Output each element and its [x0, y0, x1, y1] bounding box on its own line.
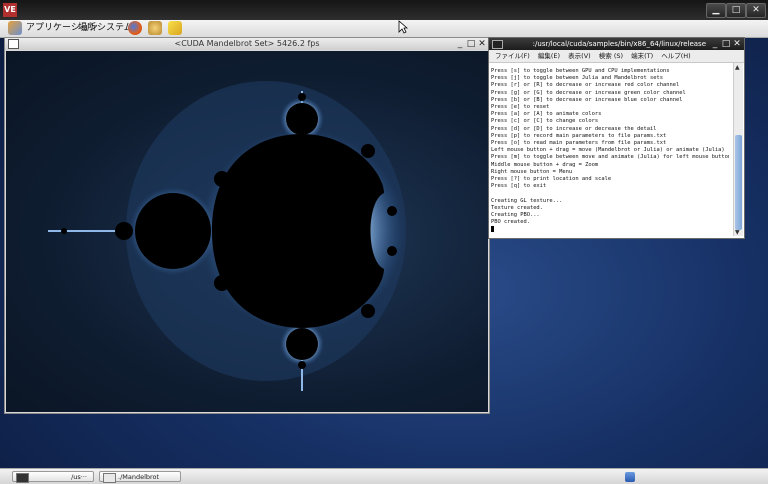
mandelbrot-close-button[interactable]: ✕: [477, 38, 487, 50]
terminal-menubar: ファイル(F) 編集(E) 表示(V) 検索 (S) 端末(T) ヘルプ(H): [489, 50, 744, 63]
mandelbrot-fractal-image: [48, 81, 406, 391]
scroll-down-icon[interactable]: ▼: [735, 229, 740, 236]
menu-view[interactable]: 表示(V): [568, 52, 591, 60]
terminal-minimize-button[interactable]: _: [710, 38, 720, 50]
scroll-up-icon[interactable]: ▲: [735, 64, 740, 71]
window-menu-icon[interactable]: [8, 39, 19, 49]
terminal-line: Middle mouse button + drag = Zoom: [491, 161, 599, 168]
terminal-line: Press [s] to toggle between GPU and CPU …: [491, 68, 670, 74]
top-panel: アプリケーション 場所 システム: [0, 20, 768, 38]
mandelbrot-window[interactable]: <CUDA Mandelbrot Set> 5426.2 fps _ □ ✕: [4, 37, 490, 414]
menu-file[interactable]: ファイル(F): [495, 52, 530, 60]
terminal-scrollbar[interactable]: ▲ ▼: [733, 63, 743, 236]
terminal-output[interactable]: Press [s] to toggle between GPU and CPU …: [491, 68, 729, 236]
terminal-line: Press [d] or [D] to increase or decrease…: [491, 125, 657, 132]
mouse-pointer-icon: [398, 20, 408, 34]
mandelbrot-title-bar[interactable]: <CUDA Mandelbrot Set> 5426.2 fps _ □ ✕: [5, 38, 489, 50]
terminal-line: Press [j] to toggle between Julia and Ma…: [491, 75, 664, 82]
terminal-maximize-button[interactable]: □: [721, 38, 731, 50]
terminal-line: Texture created.: [491, 204, 543, 211]
mandelbrot-maximize-button[interactable]: □: [466, 38, 476, 50]
terminal-line: Press [a] or [A] to animate colors: [491, 111, 602, 118]
window-task-icon: [103, 473, 116, 483]
terminal-line: Press [m] to toggle between move and ani…: [491, 154, 729, 161]
vnc-logo-icon: VE: [3, 3, 17, 17]
menu-search[interactable]: 検索 (S): [599, 52, 623, 60]
terminal-line: Creating GL texture...: [491, 197, 563, 204]
terminal-line: Press [g] or [G] to decrease or increase…: [491, 89, 686, 96]
terminal-line: Press [r] or [R] to decrease or increase…: [491, 82, 680, 89]
mandelbrot-minimize-button[interactable]: _: [455, 38, 465, 50]
menu-places[interactable]: 場所: [78, 22, 96, 35]
period-two-bulb: [135, 193, 211, 269]
main-cardioid: [212, 134, 384, 328]
terminal-line: PBO created.: [491, 219, 530, 226]
terminal-line: Left mouse button + drag = move (Mandelb…: [491, 147, 725, 154]
terminal-line: Press [e] to reset: [491, 104, 550, 111]
terminal-line: Press [q] to exit: [491, 183, 547, 190]
terminal-line: Creating PBO...: [491, 212, 540, 219]
notes-icon[interactable]: [168, 21, 182, 35]
terminal-line: Right mouse button = Menu: [491, 168, 573, 175]
terminal-window[interactable]: :/usr/local/cuda/samples/bin/x86_64/linu…: [488, 37, 745, 239]
mandelbrot-canvas[interactable]: [6, 51, 488, 412]
task-terminal-label: /us···: [71, 473, 87, 481]
task-terminal[interactable]: /us···: [12, 471, 94, 483]
gnome-foot-icon[interactable]: [8, 21, 22, 35]
mail-icon[interactable]: [148, 21, 162, 35]
task-mandelbrot-label: ./Mandelbrot: [118, 473, 160, 481]
terminal-title-bar[interactable]: :/usr/local/cuda/samples/bin/x86_64/linu…: [489, 38, 744, 50]
terminal-line: Press [o] to read main parameters from f…: [491, 140, 667, 147]
terminal-close-button[interactable]: ✕: [732, 38, 742, 50]
terminal-cursor: [491, 226, 494, 233]
scrollbar-thumb[interactable]: [735, 135, 742, 230]
vnc-title-bar: VE ▁ □ ✕: [0, 0, 768, 20]
terminal-line: Press [?] to print location and scale: [491, 176, 612, 183]
terminal-line: Press [b] or [B] to decrease or increase…: [491, 96, 683, 103]
workspace-switcher-icon[interactable]: [625, 472, 635, 482]
vnc-maximize-button[interactable]: □: [726, 3, 746, 18]
menu-edit[interactable]: 編集(E): [538, 52, 560, 60]
menu-help[interactable]: ヘルプ(H): [661, 52, 690, 60]
terminal-task-icon: [16, 473, 29, 483]
terminal-title: :/usr/local/cuda/samples/bin/x86_64/linu…: [532, 40, 706, 48]
vnc-close-button[interactable]: ✕: [746, 3, 766, 18]
mandelbrot-title: <CUDA Mandelbrot Set> 5426.2 fps: [174, 39, 320, 48]
bottom-taskbar: /us··· ./Mandelbrot: [0, 468, 768, 484]
firefox-icon[interactable]: [128, 21, 142, 35]
vnc-minimize-button[interactable]: ▁: [706, 3, 726, 18]
terminal-line: Press [c] or [C] to change colors: [491, 118, 599, 125]
terminal-window-icon[interactable]: [492, 40, 503, 49]
menu-terminal[interactable]: 端末(T): [631, 52, 653, 60]
terminal-line: Press [p] to record main parameters to f…: [491, 132, 667, 139]
task-mandelbrot[interactable]: ./Mandelbrot: [99, 471, 181, 483]
